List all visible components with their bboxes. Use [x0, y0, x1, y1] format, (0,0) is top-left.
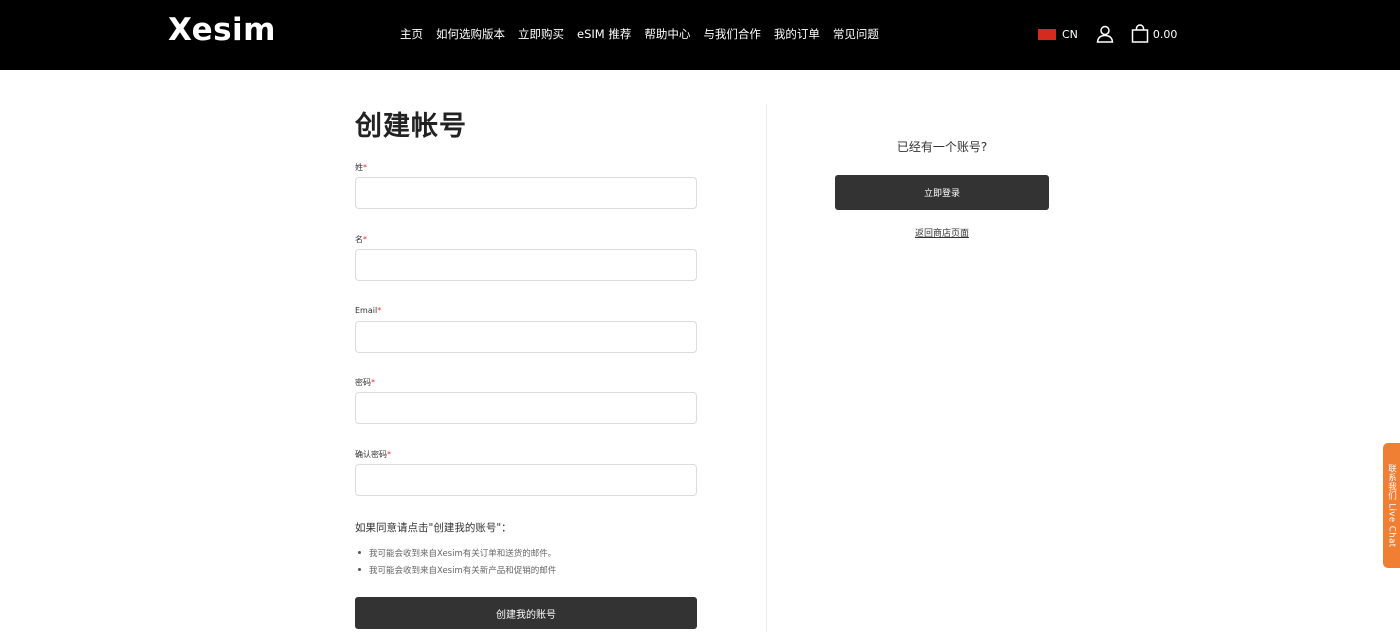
email-label: Email* — [355, 306, 382, 315]
create-account-button[interactable]: 创建我的账号 — [355, 597, 697, 629]
shopping-bag-icon[interactable] — [1130, 24, 1150, 44]
nav-esim-recommend[interactable]: eSIM 推荐 — [577, 26, 631, 42]
china-flag-icon[interactable] — [1038, 28, 1056, 40]
nav-buy-now[interactable]: 立即购买 — [518, 26, 564, 42]
confirm-password-field-group: 确认密码* — [355, 449, 697, 496]
nav-home[interactable]: 主页 — [400, 26, 423, 42]
first-name-label: 名* — [355, 235, 367, 244]
language-selector[interactable]: CN — [1062, 28, 1078, 41]
confirm-password-input[interactable] — [355, 464, 697, 496]
consent-text: 如果同意请点击"创建我的账号"： — [355, 522, 512, 534]
live-chat-label: 联系我们 Live Chat — [1386, 463, 1397, 548]
cart-amount: 0.00 — [1152, 27, 1178, 41]
email-input[interactable] — [355, 321, 697, 353]
live-chat-tab[interactable]: 联系我们 Live Chat — [1383, 443, 1400, 568]
last-name-field-group: 姓* — [355, 162, 697, 209]
page-title: 创建帐号 — [355, 111, 467, 142]
xesim-logo[interactable]: Xesim — [168, 12, 276, 48]
password-input[interactable] — [355, 392, 697, 424]
bullet-dot-icon — [358, 551, 361, 554]
first-name-input[interactable] — [355, 249, 697, 281]
top-navigation-bar: Xesim 主页 如何选购版本 立即购买 eSIM 推荐 帮助中心 与我们合作 … — [0, 0, 1400, 70]
user-account-icon[interactable] — [1095, 24, 1115, 44]
nav-my-orders[interactable]: 我的订单 — [774, 26, 820, 42]
bullet-dot-icon — [358, 568, 361, 571]
nav-help-center[interactable]: 帮助中心 — [644, 26, 690, 42]
nav-faq[interactable]: 常见问题 — [833, 26, 879, 42]
existing-account-prompt: 已经有一个账号? — [896, 140, 988, 154]
header-tools: CN 0.00 — [1038, 22, 1177, 46]
column-divider — [766, 104, 767, 632]
main-nav: 主页 如何选购版本 立即购买 eSIM 推荐 帮助中心 与我们合作 我的订单 常… — [400, 26, 879, 42]
create-account-form: 创建帐号 姓* 名* Email* 密码* 确认密码* 如果同意请点击"创建我的… — [355, 104, 697, 629]
nav-how-to-choose[interactable]: 如何选购版本 — [436, 26, 505, 42]
last-name-label: 姓* — [355, 163, 367, 172]
password-field-group: 密码* — [355, 377, 697, 424]
consent-bullet-orders: 我可能会收到来自Xesim有关订单和送货的邮件。 — [358, 544, 556, 561]
last-name-input[interactable] — [355, 177, 697, 209]
confirm-password-label: 确认密码* — [355, 450, 391, 459]
consent-bullet-promotions: 我可能会收到来自Xesim有关新产品和促销的邮件 — [358, 561, 556, 578]
back-to-store-link[interactable]: 返回商店页面 — [835, 226, 1049, 239]
login-now-button[interactable]: 立即登录 — [835, 175, 1049, 210]
first-name-field-group: 名* — [355, 234, 697, 281]
email-field-group: Email* — [355, 306, 697, 353]
nav-partner[interactable]: 与我们合作 — [703, 26, 761, 42]
consent-bullets: 我可能会收到来自Xesim有关订单和送货的邮件。 我可能会收到来自Xesim有关… — [358, 544, 556, 578]
password-label: 密码* — [355, 378, 375, 387]
